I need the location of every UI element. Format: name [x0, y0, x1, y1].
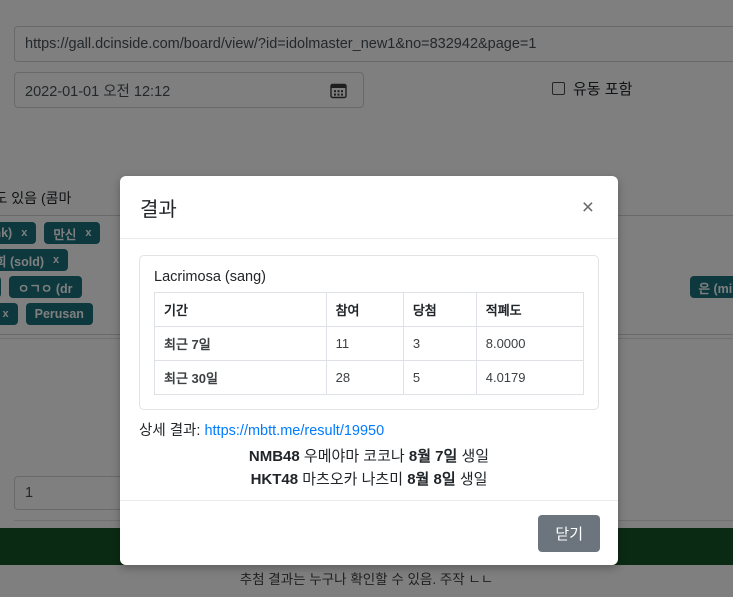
modal-title: 결과 [140, 198, 177, 221]
table-row: 최근 30일 28 5 4.0179 [154, 360, 585, 395]
cell-participation: 11 [325, 326, 404, 361]
cell-participation: 28 [325, 360, 404, 395]
column-header-wins: 당첨 [402, 292, 477, 327]
birthday-suffix: 생일 [461, 448, 490, 465]
stats-table: 기간 참여 당첨 적폐도 최근 7일 11 3 8.0000 최근 30일 28… [154, 292, 585, 395]
close-button[interactable]: 닫기 [538, 514, 600, 552]
cell-period: 최근 30일 [154, 360, 327, 395]
birthday-name: 우메야마 코코나 [303, 448, 405, 465]
cell-wins: 5 [402, 360, 477, 395]
birthday-group: HKT48 [250, 470, 299, 488]
detail-result-label: 상세 결과: [139, 423, 201, 439]
card-subject: Lacrimosa (sang) [154, 269, 267, 285]
table-row: 최근 7일 11 3 8.0000 [154, 326, 585, 361]
birthday-suffix: 생일 [459, 470, 488, 488]
detail-result-line: 상세 결과: https://mbtt.me/result/19950 [139, 419, 599, 440]
birthday-name: 마츠오카 나츠미 [302, 470, 404, 488]
birthday-list: NMB48 우메야마 코코나 8월 7일 생일 HKT48 마츠오카 나츠미 8… [139, 446, 599, 491]
cell-score: 4.0179 [475, 360, 585, 395]
birthday-date: 8월 7일 [408, 448, 458, 465]
birthday-item: HKT48 마츠오카 나츠미 8월 8일 생일 [139, 469, 599, 492]
cell-wins: 3 [402, 326, 477, 361]
column-header-participation: 참여 [325, 292, 404, 327]
column-header-period: 기간 [154, 292, 327, 327]
table-header-row: 기간 참여 당첨 적폐도 [154, 292, 585, 327]
close-icon[interactable]: × [578, 195, 598, 220]
result-modal: 결과 × Lacrimosa (sang) 기간 참여 당첨 적폐도 최근 7일 [120, 176, 618, 565]
birthday-item: NMB48 우메야마 코코나 8월 7일 생일 [139, 446, 599, 469]
column-header-score: 적폐도 [475, 292, 585, 327]
birthday-group: NMB48 [248, 448, 300, 465]
modal-header: 결과 × [120, 176, 618, 239]
modal-footer: 닫기 [120, 500, 618, 565]
detail-result-link[interactable]: https://mbtt.me/result/19950 [204, 423, 384, 439]
modal-body: Lacrimosa (sang) 기간 참여 당첨 적폐도 최근 7일 11 3… [120, 239, 618, 500]
birthday-date: 8월 8일 [407, 470, 456, 488]
cell-period: 최근 7일 [154, 326, 327, 361]
cell-score: 8.0000 [475, 326, 585, 361]
result-card: Lacrimosa (sang) 기간 참여 당첨 적폐도 최근 7일 11 3… [139, 255, 599, 410]
